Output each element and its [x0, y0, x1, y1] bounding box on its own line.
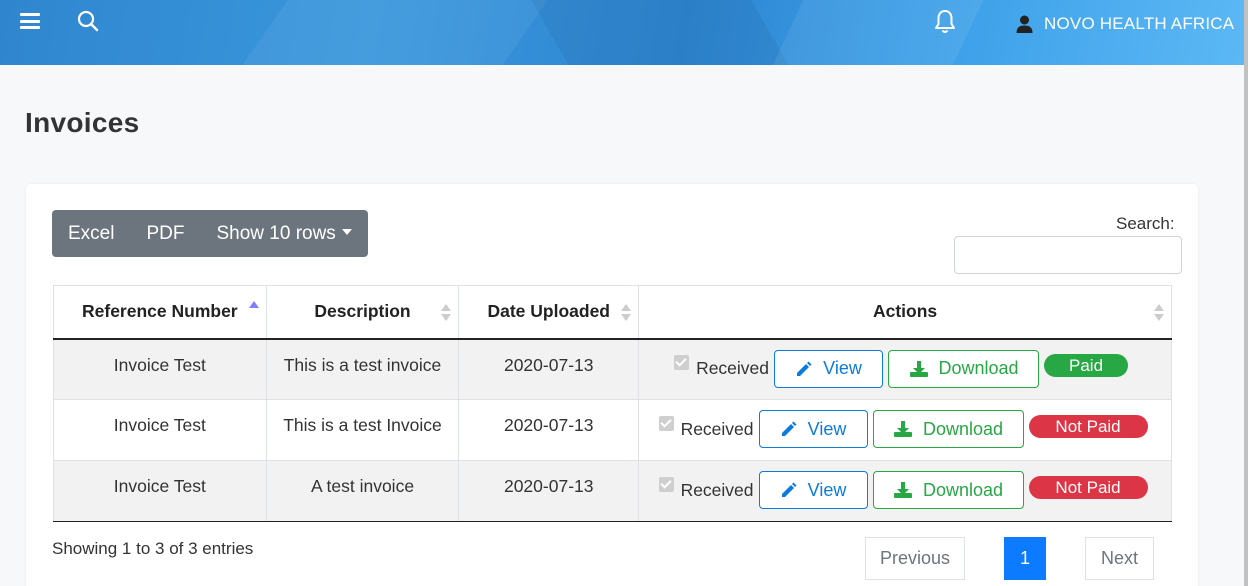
sort-icon: [621, 304, 632, 322]
view-button[interactable]: View: [758, 410, 868, 448]
download-label: Download: [923, 418, 1004, 439]
column-label: Description: [314, 301, 411, 322]
vertical-scrollbar[interactable]: [1244, 0, 1248, 586]
user-menu[interactable]: NOVO HEALTH AFRICA: [1016, 14, 1234, 34]
sort-asc-icon: [248, 301, 259, 319]
view-button[interactable]: View: [774, 349, 884, 388]
date-cell: 2020-07-13: [458, 338, 640, 400]
column-header-description[interactable]: Description: [265, 285, 460, 340]
description-cell: This is a test invoice: [265, 338, 460, 400]
pdf-button[interactable]: PDF: [130, 210, 200, 257]
user-name: NOVO HEALTH AFRICA: [1044, 14, 1235, 33]
caret-down-icon: [341, 228, 352, 235]
reference-cell: Invoice Test: [53, 399, 267, 461]
view-button[interactable]: View: [758, 471, 868, 509]
table-row: Invoice Test This is a test Invoice 2020…: [53, 399, 1172, 461]
invoices-table: Reference Number Description Date Upload…: [53, 285, 1172, 522]
status-badge-not-paid: Not Paid: [1028, 414, 1148, 438]
column-header-actions[interactable]: Actions: [638, 285, 1172, 340]
sort-icon: [1154, 304, 1164, 322]
view-label: View: [823, 358, 862, 378]
download-button[interactable]: Download: [872, 410, 1024, 448]
excel-button[interactable]: Excel: [52, 210, 130, 257]
description-cell: This is a test Invoice: [265, 399, 460, 461]
actions-cell: Received View Download Not Paid: [638, 399, 1172, 461]
user-icon: [1016, 15, 1033, 33]
column-header-reference[interactable]: Reference Number: [53, 285, 267, 340]
download-icon: [894, 482, 912, 498]
received-label: Received: [680, 479, 754, 500]
received-checkbox[interactable]: [658, 415, 674, 431]
view-label: View: [807, 418, 847, 439]
search-icon[interactable]: [76, 9, 100, 37]
date-cell: 2020-07-13: [458, 460, 640, 522]
download-icon: [894, 421, 912, 437]
download-button[interactable]: Download: [888, 349, 1040, 388]
page-1-button[interactable]: 1: [1004, 537, 1046, 580]
download-icon: [909, 360, 928, 377]
reference-cell: Invoice Test: [53, 338, 267, 400]
table-row: Invoice Test This is a test invoice 2020…: [53, 338, 1172, 400]
menu-icon[interactable]: [20, 13, 40, 29]
search-input[interactable]: [954, 236, 1182, 274]
table-info: Showing 1 to 3 of 3 entries: [52, 539, 254, 558]
show-rows-label: Show 10 rows: [216, 223, 336, 244]
status-badge-not-paid: Not Paid: [1028, 475, 1148, 499]
view-label: View: [807, 479, 847, 500]
pencil-icon: [797, 361, 812, 376]
column-label: Date Uploaded: [487, 301, 610, 322]
previous-page-button[interactable]: Previous: [865, 537, 965, 580]
reference-cell: Invoice Test: [53, 460, 267, 522]
search-label: Search:: [1116, 214, 1175, 233]
actions-cell: Received View Download Paid: [638, 338, 1172, 400]
status-badge-paid: Paid: [1044, 354, 1129, 377]
received-label: Received: [696, 358, 770, 378]
received-label: Received: [680, 418, 754, 439]
download-label: Download: [923, 479, 1004, 500]
table-row: Invoice Test A test invoice 2020-07-13 R…: [53, 460, 1172, 522]
pencil-icon: [781, 482, 797, 497]
show-rows-dropdown[interactable]: Show 10 rows: [200, 210, 367, 257]
page-title: Invoices: [25, 107, 140, 138]
received-checkbox[interactable]: [674, 355, 690, 370]
column-label: Reference Number: [82, 301, 238, 322]
download-label: Download: [938, 358, 1019, 378]
download-button[interactable]: Download: [872, 471, 1024, 509]
sort-icon: [441, 304, 452, 322]
next-page-button[interactable]: Next: [1085, 537, 1154, 580]
actions-cell: Received View Download Not Paid: [638, 460, 1172, 522]
column-label: Actions: [872, 301, 938, 322]
top-navbar: NOVO HEALTH AFRICA: [0, 0, 1244, 65]
column-header-date[interactable]: Date Uploaded: [458, 285, 640, 340]
bell-icon[interactable]: [933, 9, 957, 39]
pencil-icon: [781, 421, 797, 436]
received-checkbox[interactable]: [658, 476, 674, 492]
date-cell: 2020-07-13: [458, 399, 640, 461]
export-button-group: Excel PDF Show 10 rows: [52, 210, 368, 257]
description-cell: A test invoice: [265, 460, 460, 522]
